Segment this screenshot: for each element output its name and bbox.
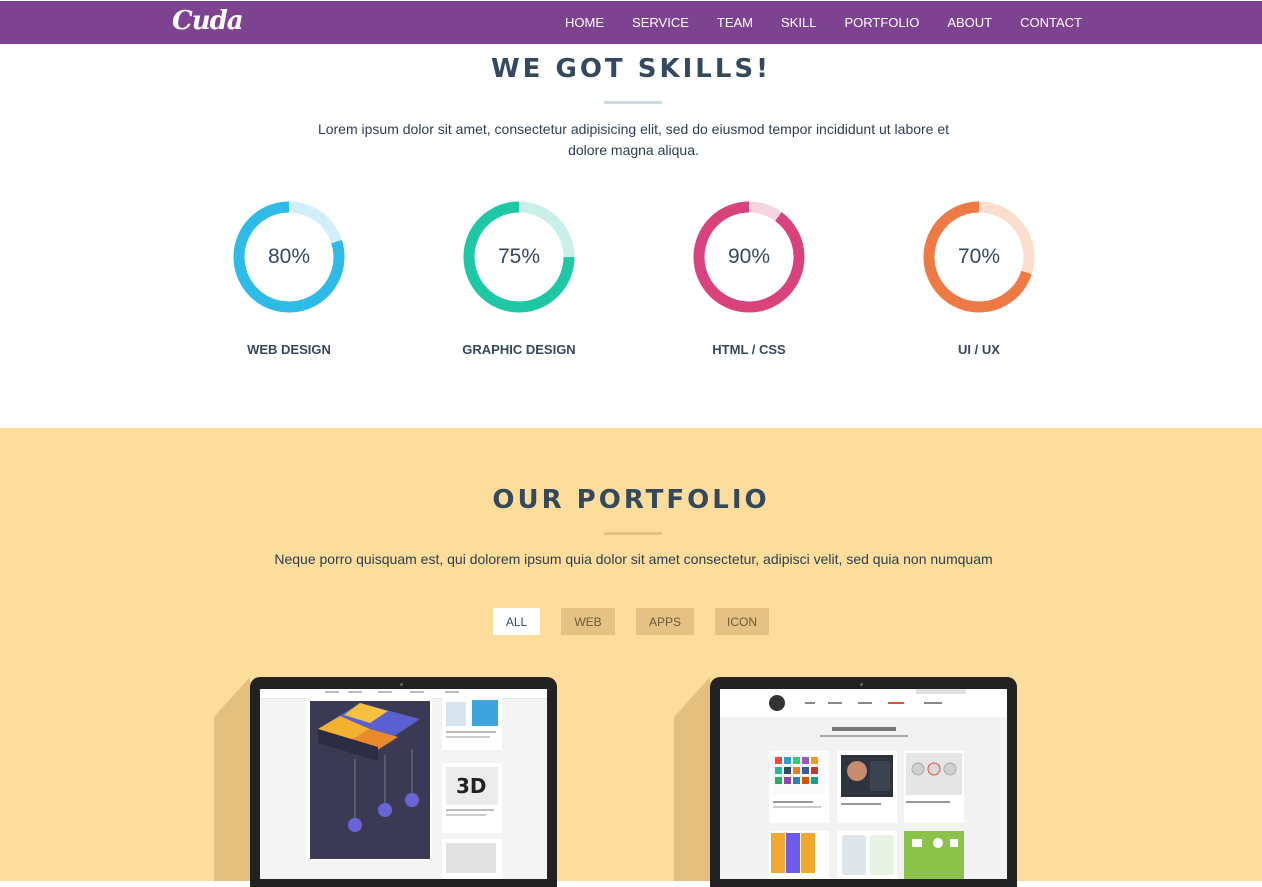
skill-label: GRAPHIC DESIGN <box>462 342 576 357</box>
laptop-camera <box>400 683 403 686</box>
nav-item-portfolio[interactable]: PORTFOLIO <box>844 15 919 30</box>
portfolio-item[interactable]: 3D <box>214 677 557 887</box>
skills-description: Lorem ipsum dolor sit amet, consectetur … <box>317 121 950 158</box>
skill-percent: 75% <box>497 245 541 268</box>
skill-label: UI / UX <box>958 342 1000 357</box>
portfolio-title: OUR PORTFOLIO <box>492 485 770 515</box>
skill-label: HTML / CSS <box>712 342 786 357</box>
nav-item-home[interactable]: HOME <box>565 15 604 30</box>
nav-item-about[interactable]: ABOUT <box>947 15 992 30</box>
filter-icon-button[interactable]: ICON <box>715 608 769 635</box>
thumbnail-artwork <box>720 689 1007 879</box>
top-navbar: Cuda HOME SERVICE TEAM SKILL PORTFOLIO A… <box>0 1 1262 44</box>
filter-all-button[interactable]: ALL <box>493 608 540 635</box>
skills-title-divider <box>604 101 662 104</box>
portfolio-title-divider <box>604 532 662 535</box>
portfolio-description: Neque porro quisquam est, qui dolorem ip… <box>274 551 993 567</box>
portfolio-thumbnail: 3D <box>260 689 547 879</box>
laptop-frame <box>710 677 1017 887</box>
skill-percent: 70% <box>957 245 1001 268</box>
laptop-camera <box>860 683 863 686</box>
laptop-frame: 3D <box>250 677 557 887</box>
portfolio-item[interactable] <box>674 677 1017 887</box>
site-logo[interactable]: Cuda <box>172 6 244 36</box>
portfolio-section: OUR PORTFOLIO Neque porro quisquam est, … <box>0 428 1262 887</box>
thumbnail-artwork: 3D <box>306 698 502 879</box>
skill-percent: 80% <box>267 245 311 268</box>
filter-web-button[interactable]: WEB <box>561 608 615 635</box>
skill-label: WEB DESIGN <box>247 342 331 357</box>
filter-apps-button[interactable]: APPS <box>636 608 694 635</box>
portfolio-filters: ALL WEB APPS ICON <box>0 608 1262 635</box>
skill-percent: 90% <box>727 245 771 268</box>
nav-item-contact[interactable]: CONTACT <box>1020 15 1082 30</box>
nav-item-service[interactable]: SERVICE <box>632 15 689 30</box>
portfolio-thumbnail <box>720 689 1007 879</box>
skills-title: WE GOT SKILLS! <box>491 54 771 84</box>
nav-item-team[interactable]: TEAM <box>717 15 753 30</box>
nav-menu: HOME SERVICE TEAM SKILL PORTFOLIO ABOUT … <box>537 1 1082 44</box>
svg-text:3D: 3D <box>456 774 487 798</box>
nav-item-skill[interactable]: SKILL <box>781 15 816 30</box>
